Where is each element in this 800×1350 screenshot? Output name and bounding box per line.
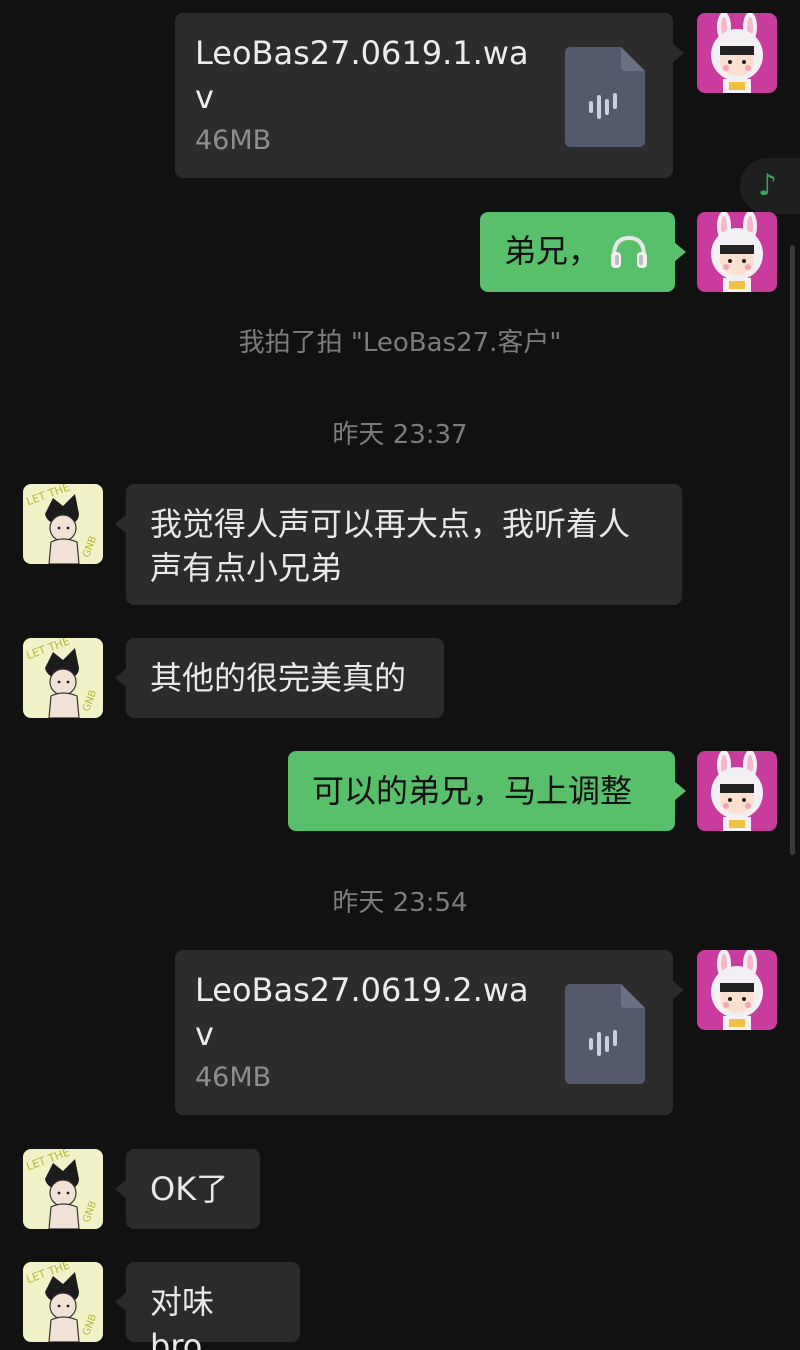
- headphones-emoji: [610, 234, 648, 281]
- self-avatar[interactable]: [697, 13, 777, 93]
- message-bubble-self[interactable]: 弟兄，: [480, 212, 686, 292]
- message-bubble-contact[interactable]: OK了: [115, 1149, 260, 1229]
- contact-avatar[interactable]: LET THE GNB: [23, 1149, 103, 1229]
- self-avatar[interactable]: [697, 950, 777, 1030]
- file-message[interactable]: LeoBas27.0619.1.wav 46MB: [175, 13, 684, 178]
- contact-avatar[interactable]: LET THE GNB: [23, 484, 103, 564]
- music-note-icon[interactable]: ♪: [740, 158, 800, 214]
- timestamp: 昨天 23:37: [332, 420, 468, 450]
- file-size: 46MB: [195, 1062, 272, 1093]
- message-bubble-contact[interactable]: 其他的很完美真的: [115, 638, 444, 718]
- contact-avatar[interactable]: LET THE GNB: [23, 1262, 103, 1342]
- message-text: OK了: [150, 1170, 229, 1208]
- self-avatar[interactable]: [697, 212, 777, 292]
- scrollbar[interactable]: [790, 245, 795, 855]
- message-text: 我觉得人声可以再大点，我听着人声有点小兄弟: [150, 505, 631, 587]
- file-message[interactable]: LeoBas27.0619.2.wav 46MB: [175, 950, 684, 1115]
- file-name: LeoBas27.0619.1.wav: [195, 34, 529, 116]
- file-name: LeoBas27.0619.2.wav: [195, 971, 529, 1053]
- audio-file-icon: [565, 984, 645, 1088]
- audio-file-icon: [565, 47, 645, 151]
- message-text: 可以的弟兄，马上调整: [312, 772, 633, 810]
- contact-avatar[interactable]: LET THE GNB: [23, 638, 103, 718]
- timestamp: 昨天 23:54: [332, 888, 468, 918]
- message-text: 对味 bro: [150, 1283, 215, 1350]
- chat-window: LeoBas27.0619.1.wav 46MB ♪ 弟兄， 我拍了拍 "Leo…: [0, 0, 800, 1350]
- message-text: 弟兄，: [504, 232, 601, 270]
- message-bubble-self[interactable]: 可以的弟兄，马上调整: [288, 751, 686, 831]
- message-text: 其他的很完美真的: [150, 659, 407, 697]
- file-size: 46MB: [195, 125, 272, 156]
- message-bubble-contact[interactable]: 我觉得人声可以再大点，我听着人声有点小兄弟: [115, 484, 682, 605]
- message-bubble-contact[interactable]: 对味 bro: [115, 1262, 300, 1350]
- pat-notice: 我拍了拍 "LeoBas27.客户": [238, 328, 562, 358]
- self-avatar[interactable]: [697, 751, 777, 831]
